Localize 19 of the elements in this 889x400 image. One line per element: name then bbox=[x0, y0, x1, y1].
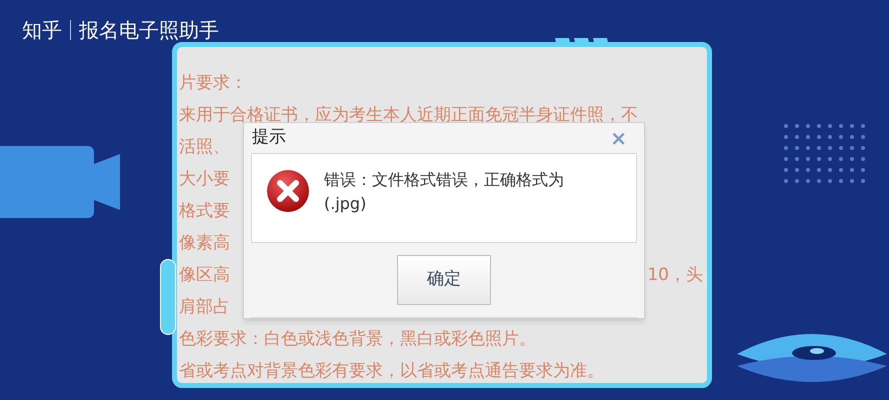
requirement-text: 片要求： bbox=[179, 72, 247, 95]
ok-button[interactable]: 确定 bbox=[397, 255, 491, 305]
requirement-text: 肩部占 bbox=[179, 296, 230, 319]
error-message: 错误：文件格式错误，正确格式为(.jpg) bbox=[324, 169, 565, 215]
requirement-text: 10，头 bbox=[647, 264, 703, 287]
page-title: 报名电子照助手 bbox=[79, 20, 219, 40]
requirement-text: 像素高 bbox=[179, 232, 230, 255]
brand-logo-text: 知乎 bbox=[22, 20, 62, 40]
requirement-text: 活照、 bbox=[179, 136, 230, 159]
dialog-title: 提示 bbox=[252, 126, 286, 150]
error-icon bbox=[266, 169, 310, 213]
requirement-text: 格式要 bbox=[179, 200, 230, 223]
requirement-text: 大小要 bbox=[179, 168, 230, 191]
requirement-text: 色彩要求：白色或浅色背景，黑白或彩色照片。 bbox=[179, 328, 536, 351]
camera-icon bbox=[0, 146, 122, 218]
dot-grid-icon bbox=[783, 123, 867, 183]
requirement-text: 省或考点对背景色彩有要求，以省或考点通告要求为准。 bbox=[179, 360, 604, 383]
requirement-text: 来用于合格证书，应为考生本人近期正面免冠半身证件照，不 bbox=[179, 104, 638, 127]
requirement-text: 像区高 bbox=[179, 264, 230, 287]
